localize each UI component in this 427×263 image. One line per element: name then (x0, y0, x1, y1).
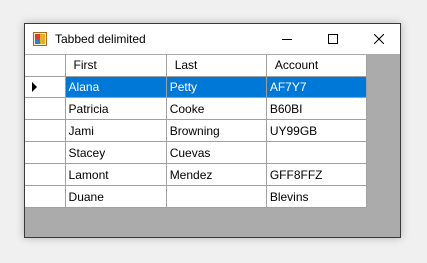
app-icon (33, 32, 47, 46)
row-header[interactable] (25, 141, 66, 165)
maximize-icon (328, 34, 338, 44)
current-row-arrow-icon (32, 81, 37, 92)
data-grid[interactable]: First Last Account Alana Petty AF7Y7 Pat… (25, 55, 368, 208)
row-header[interactable] (25, 119, 66, 143)
cell-account[interactable]: B60BI (265, 97, 368, 121)
cell-first[interactable]: Duane (64, 185, 167, 208)
table-row[interactable]: Lamont Mendez GFF8FFZ (25, 163, 368, 187)
table-row[interactable]: Patricia Cooke B60BI (25, 97, 368, 121)
cell-first[interactable]: Lamont (64, 163, 167, 187)
app-window: Tabbed delimited First Last Account Alan… (24, 23, 401, 238)
title-bar[interactable]: Tabbed delimited (25, 24, 400, 54)
minimize-icon (282, 39, 292, 40)
table-row[interactable]: Duane Blevins (25, 185, 368, 208)
cell-account[interactable]: Blevins (265, 185, 368, 208)
cell-last[interactable]: Browning (165, 119, 267, 143)
cell-account[interactable]: UY99GB (265, 119, 368, 143)
cell-account[interactable] (265, 141, 368, 165)
table-row[interactable]: Alana Petty AF7Y7 (25, 75, 368, 99)
column-header-last[interactable]: Last (165, 55, 267, 77)
cell-last[interactable]: Cooke (165, 97, 267, 121)
minimize-button[interactable] (264, 24, 310, 54)
cell-last[interactable]: Mendez (165, 163, 267, 187)
cell-account[interactable]: AF7Y7 (265, 75, 368, 99)
row-header[interactable] (25, 163, 66, 187)
top-left-header-cell[interactable] (25, 55, 66, 77)
close-icon (374, 34, 384, 44)
table-row[interactable]: Jami Browning UY99GB (25, 119, 368, 143)
column-header-account[interactable]: Account (265, 55, 368, 77)
cell-first[interactable]: Patricia (64, 97, 167, 121)
row-header[interactable] (25, 185, 66, 208)
cell-last[interactable] (165, 185, 267, 208)
cell-last[interactable]: Petty (165, 75, 267, 99)
cell-last[interactable]: Cuevas (165, 141, 267, 165)
cell-first[interactable]: Jami (64, 119, 167, 143)
cell-first[interactable]: Alana (64, 75, 167, 99)
header-row: First Last Account (25, 55, 368, 77)
window-title: Tabbed delimited (55, 32, 146, 46)
cell-first[interactable]: Stacey (64, 141, 167, 165)
close-button[interactable] (356, 24, 402, 54)
maximize-button[interactable] (310, 24, 356, 54)
table-row[interactable]: Stacey Cuevas (25, 141, 368, 165)
cell-account[interactable]: GFF8FFZ (265, 163, 368, 187)
row-header[interactable] (25, 75, 66, 99)
column-header-first[interactable]: First (64, 55, 167, 77)
row-header[interactable] (25, 97, 66, 121)
